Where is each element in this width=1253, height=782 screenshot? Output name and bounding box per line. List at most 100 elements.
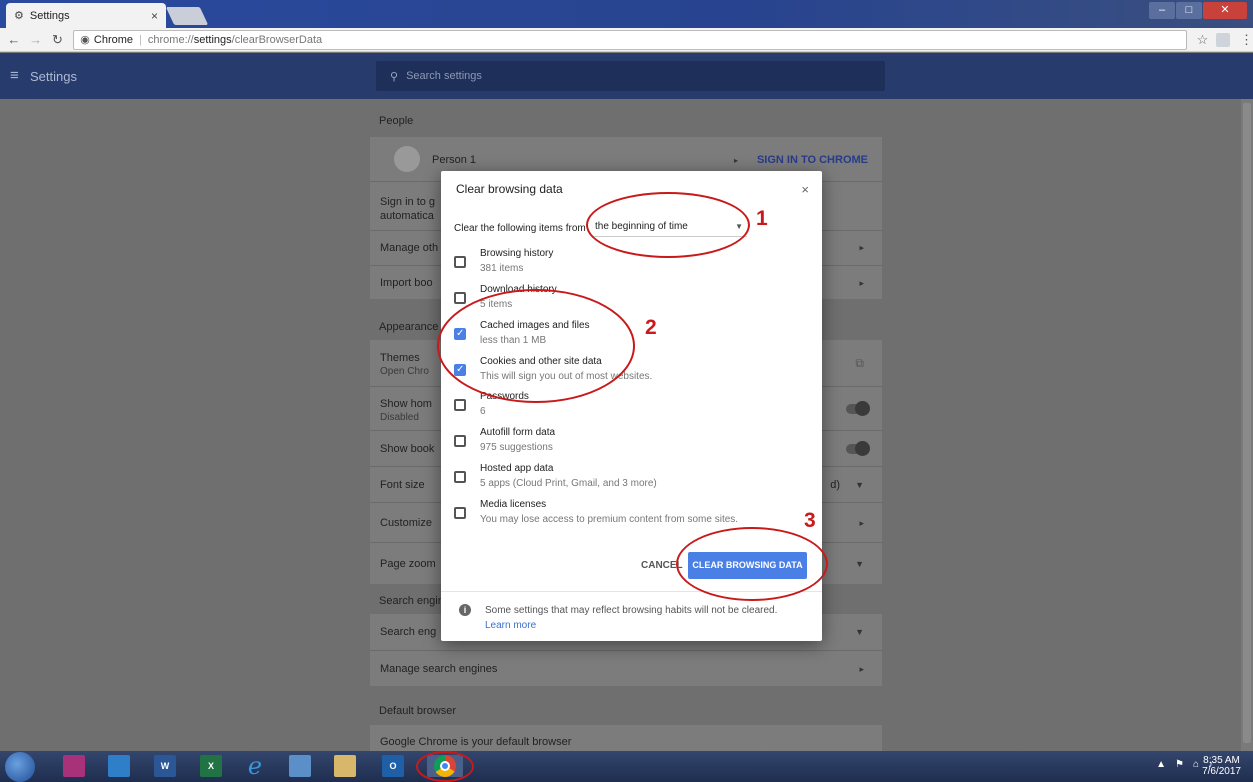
windows-taskbar: W X e O ▲ ⚑ ⌂ ♪ 8:35 AM 7/6/2017 bbox=[0, 751, 1253, 782]
file-explorer-icon[interactable] bbox=[334, 755, 356, 777]
annotation-ellipse-3 bbox=[676, 527, 828, 601]
chevron-right-icon: ▸ bbox=[859, 663, 864, 674]
close-icon[interactable]: × bbox=[801, 182, 809, 197]
settings-title: Settings bbox=[30, 69, 77, 84]
download-history-checkbox[interactable] bbox=[454, 292, 466, 304]
app-icon[interactable] bbox=[63, 755, 85, 777]
clock-time: 8:35 AM bbox=[1203, 755, 1240, 766]
internet-explorer-icon[interactable]: e bbox=[244, 754, 266, 778]
browser-toolbar: ← → ↻ ◉ Chrome | chrome://settings/clear… bbox=[0, 28, 1253, 52]
page-scrollbar[interactable] bbox=[1241, 99, 1253, 751]
person-name: Person 1 bbox=[432, 154, 477, 166]
annotation-number-3: 3 bbox=[804, 509, 816, 532]
maximize-icon[interactable]: □ bbox=[1176, 2, 1202, 19]
settings-header: ≡ Settings ⚲ Search settings bbox=[0, 53, 1253, 99]
annotation-ellipse-chrome bbox=[416, 751, 474, 782]
footer-note: Some settings that may reflect browsing … bbox=[485, 605, 778, 631]
item-label: Hosted app data bbox=[480, 463, 554, 474]
item-hosted-app-data[interactable]: Hosted app data 5 apps (Cloud Print, Gma… bbox=[454, 463, 814, 493]
info-icon: i bbox=[459, 604, 471, 616]
bookmark-star-icon[interactable]: ☆ bbox=[1197, 32, 1209, 48]
section-people: People bbox=[379, 115, 414, 127]
chrome-site-icon: ◉ bbox=[80, 34, 90, 46]
outlook-icon[interactable]: O bbox=[382, 755, 404, 777]
browsing-history-checkbox[interactable] bbox=[454, 256, 466, 268]
calculator-icon[interactable] bbox=[289, 755, 311, 777]
font-size-value: d) bbox=[830, 479, 840, 491]
window-controls: – □ ✕ bbox=[1149, 2, 1247, 19]
show-home-toggle[interactable] bbox=[846, 400, 870, 416]
passwords-checkbox[interactable] bbox=[454, 399, 466, 411]
hamburger-menu-icon[interactable]: ≡ bbox=[10, 67, 19, 84]
back-icon[interactable]: ← bbox=[6, 32, 22, 47]
section-search-engine: Search engine bbox=[379, 595, 450, 607]
clock-date: 7/6/2017 bbox=[1202, 766, 1241, 777]
omnibox-separator: | bbox=[139, 33, 142, 46]
chevron-down-icon: ▼ bbox=[855, 558, 864, 569]
start-button[interactable] bbox=[5, 752, 35, 782]
search-settings-input[interactable]: ⚲ Search settings bbox=[376, 61, 885, 91]
show-bookmarks-toggle[interactable] bbox=[846, 440, 870, 456]
avatar bbox=[394, 146, 420, 172]
media-licenses-checkbox[interactable] bbox=[454, 507, 466, 519]
item-media-licenses[interactable]: Media licenses You may lose access to pr… bbox=[454, 499, 814, 529]
tab-title: Settings bbox=[29, 9, 70, 22]
learn-more-link[interactable]: Learn more bbox=[485, 620, 536, 631]
annotation-number-2: 2 bbox=[645, 316, 657, 339]
omnibox[interactable]: ◉ Chrome | chrome://settings/clearBrowse… bbox=[73, 29, 1187, 50]
reload-icon[interactable]: ↻ bbox=[50, 32, 66, 48]
item-sub: 5 apps (Cloud Print, Gmail, and 3 more) bbox=[480, 478, 657, 489]
item-sub: You may lose access to premium content f… bbox=[480, 514, 739, 525]
tab-close-icon[interactable]: × bbox=[151, 9, 158, 23]
minimize-icon[interactable]: – bbox=[1149, 2, 1175, 19]
excel-icon[interactable]: X bbox=[200, 755, 222, 777]
default-browser-card: Google Chrome is your default browser bbox=[370, 725, 882, 751]
annotation-ellipse-2 bbox=[437, 289, 635, 403]
tab-settings[interactable]: ⚙ Settings × bbox=[6, 3, 166, 28]
item-label: Media licenses bbox=[480, 499, 547, 510]
system-clock[interactable]: 8:35 AM 7/6/2017 bbox=[1202, 755, 1241, 777]
item-autofill[interactable]: Autofill form data 975 suggestions bbox=[454, 427, 814, 457]
close-window-icon[interactable]: ✕ bbox=[1203, 2, 1247, 19]
item-sub: 381 items bbox=[480, 263, 524, 274]
more-menu-icon[interactable]: ⋮ bbox=[1240, 32, 1253, 48]
search-placeholder: Search settings bbox=[406, 70, 482, 82]
network-icon[interactable]: ⌂ bbox=[1193, 759, 1199, 770]
external-link-icon: ⧉ bbox=[855, 356, 864, 370]
tray-arrow-icon[interactable]: ▲ bbox=[1156, 759, 1166, 770]
chevron-down-icon: ▼ bbox=[855, 627, 864, 637]
hosted-app-data-checkbox[interactable] bbox=[454, 471, 466, 483]
section-appearance: Appearance bbox=[379, 321, 439, 333]
annotation-number-1: 1 bbox=[756, 207, 768, 230]
browser-window: ⚙ Settings × – □ ✕ ← → ↻ ◉ Chrome | chro… bbox=[0, 0, 1253, 782]
chevron-right-icon: ▸ bbox=[734, 156, 739, 165]
item-sub: 6 bbox=[480, 406, 486, 417]
chevron-right-icon: ▸ bbox=[859, 277, 864, 288]
scrollbar-thumb[interactable] bbox=[1243, 103, 1251, 743]
app-icon[interactable] bbox=[108, 755, 130, 777]
search-icon: ⚲ bbox=[390, 70, 399, 83]
tab-strip: ⚙ Settings × – □ ✕ bbox=[0, 0, 1253, 28]
new-tab-button[interactable] bbox=[165, 7, 209, 25]
omnibox-site: Chrome bbox=[93, 33, 134, 46]
gear-icon: ⚙ bbox=[14, 10, 24, 22]
item-label: Autofill form data bbox=[480, 427, 556, 438]
item-sub: 975 suggestions bbox=[480, 442, 553, 453]
omnibox-url: chrome://settings/clearBrowserData bbox=[147, 33, 323, 46]
chevron-right-icon: ▸ bbox=[859, 517, 864, 528]
annotation-ellipse-1 bbox=[586, 192, 750, 258]
dialog-title: Clear browsing data bbox=[456, 182, 563, 196]
flag-icon[interactable]: ⚑ bbox=[1175, 759, 1184, 770]
sign-in-button[interactable]: SIGN IN TO CHROME bbox=[757, 154, 868, 166]
item-label: Browsing history bbox=[480, 248, 554, 259]
forward-icon[interactable]: → bbox=[28, 32, 44, 47]
chevron-down-icon: ▼ bbox=[855, 479, 864, 490]
time-range-label: Clear the following items from bbox=[454, 223, 586, 234]
default-browser-status: Google Chrome is your default browser bbox=[380, 736, 572, 748]
section-default-browser: Default browser bbox=[379, 705, 457, 717]
manage-search-engines-row[interactable]: Manage search engines ▸ bbox=[370, 650, 882, 686]
chevron-right-icon: ▸ bbox=[859, 242, 864, 253]
extension-icon[interactable] bbox=[1216, 32, 1231, 47]
word-icon[interactable]: W bbox=[154, 755, 176, 777]
autofill-checkbox[interactable] bbox=[454, 435, 466, 447]
